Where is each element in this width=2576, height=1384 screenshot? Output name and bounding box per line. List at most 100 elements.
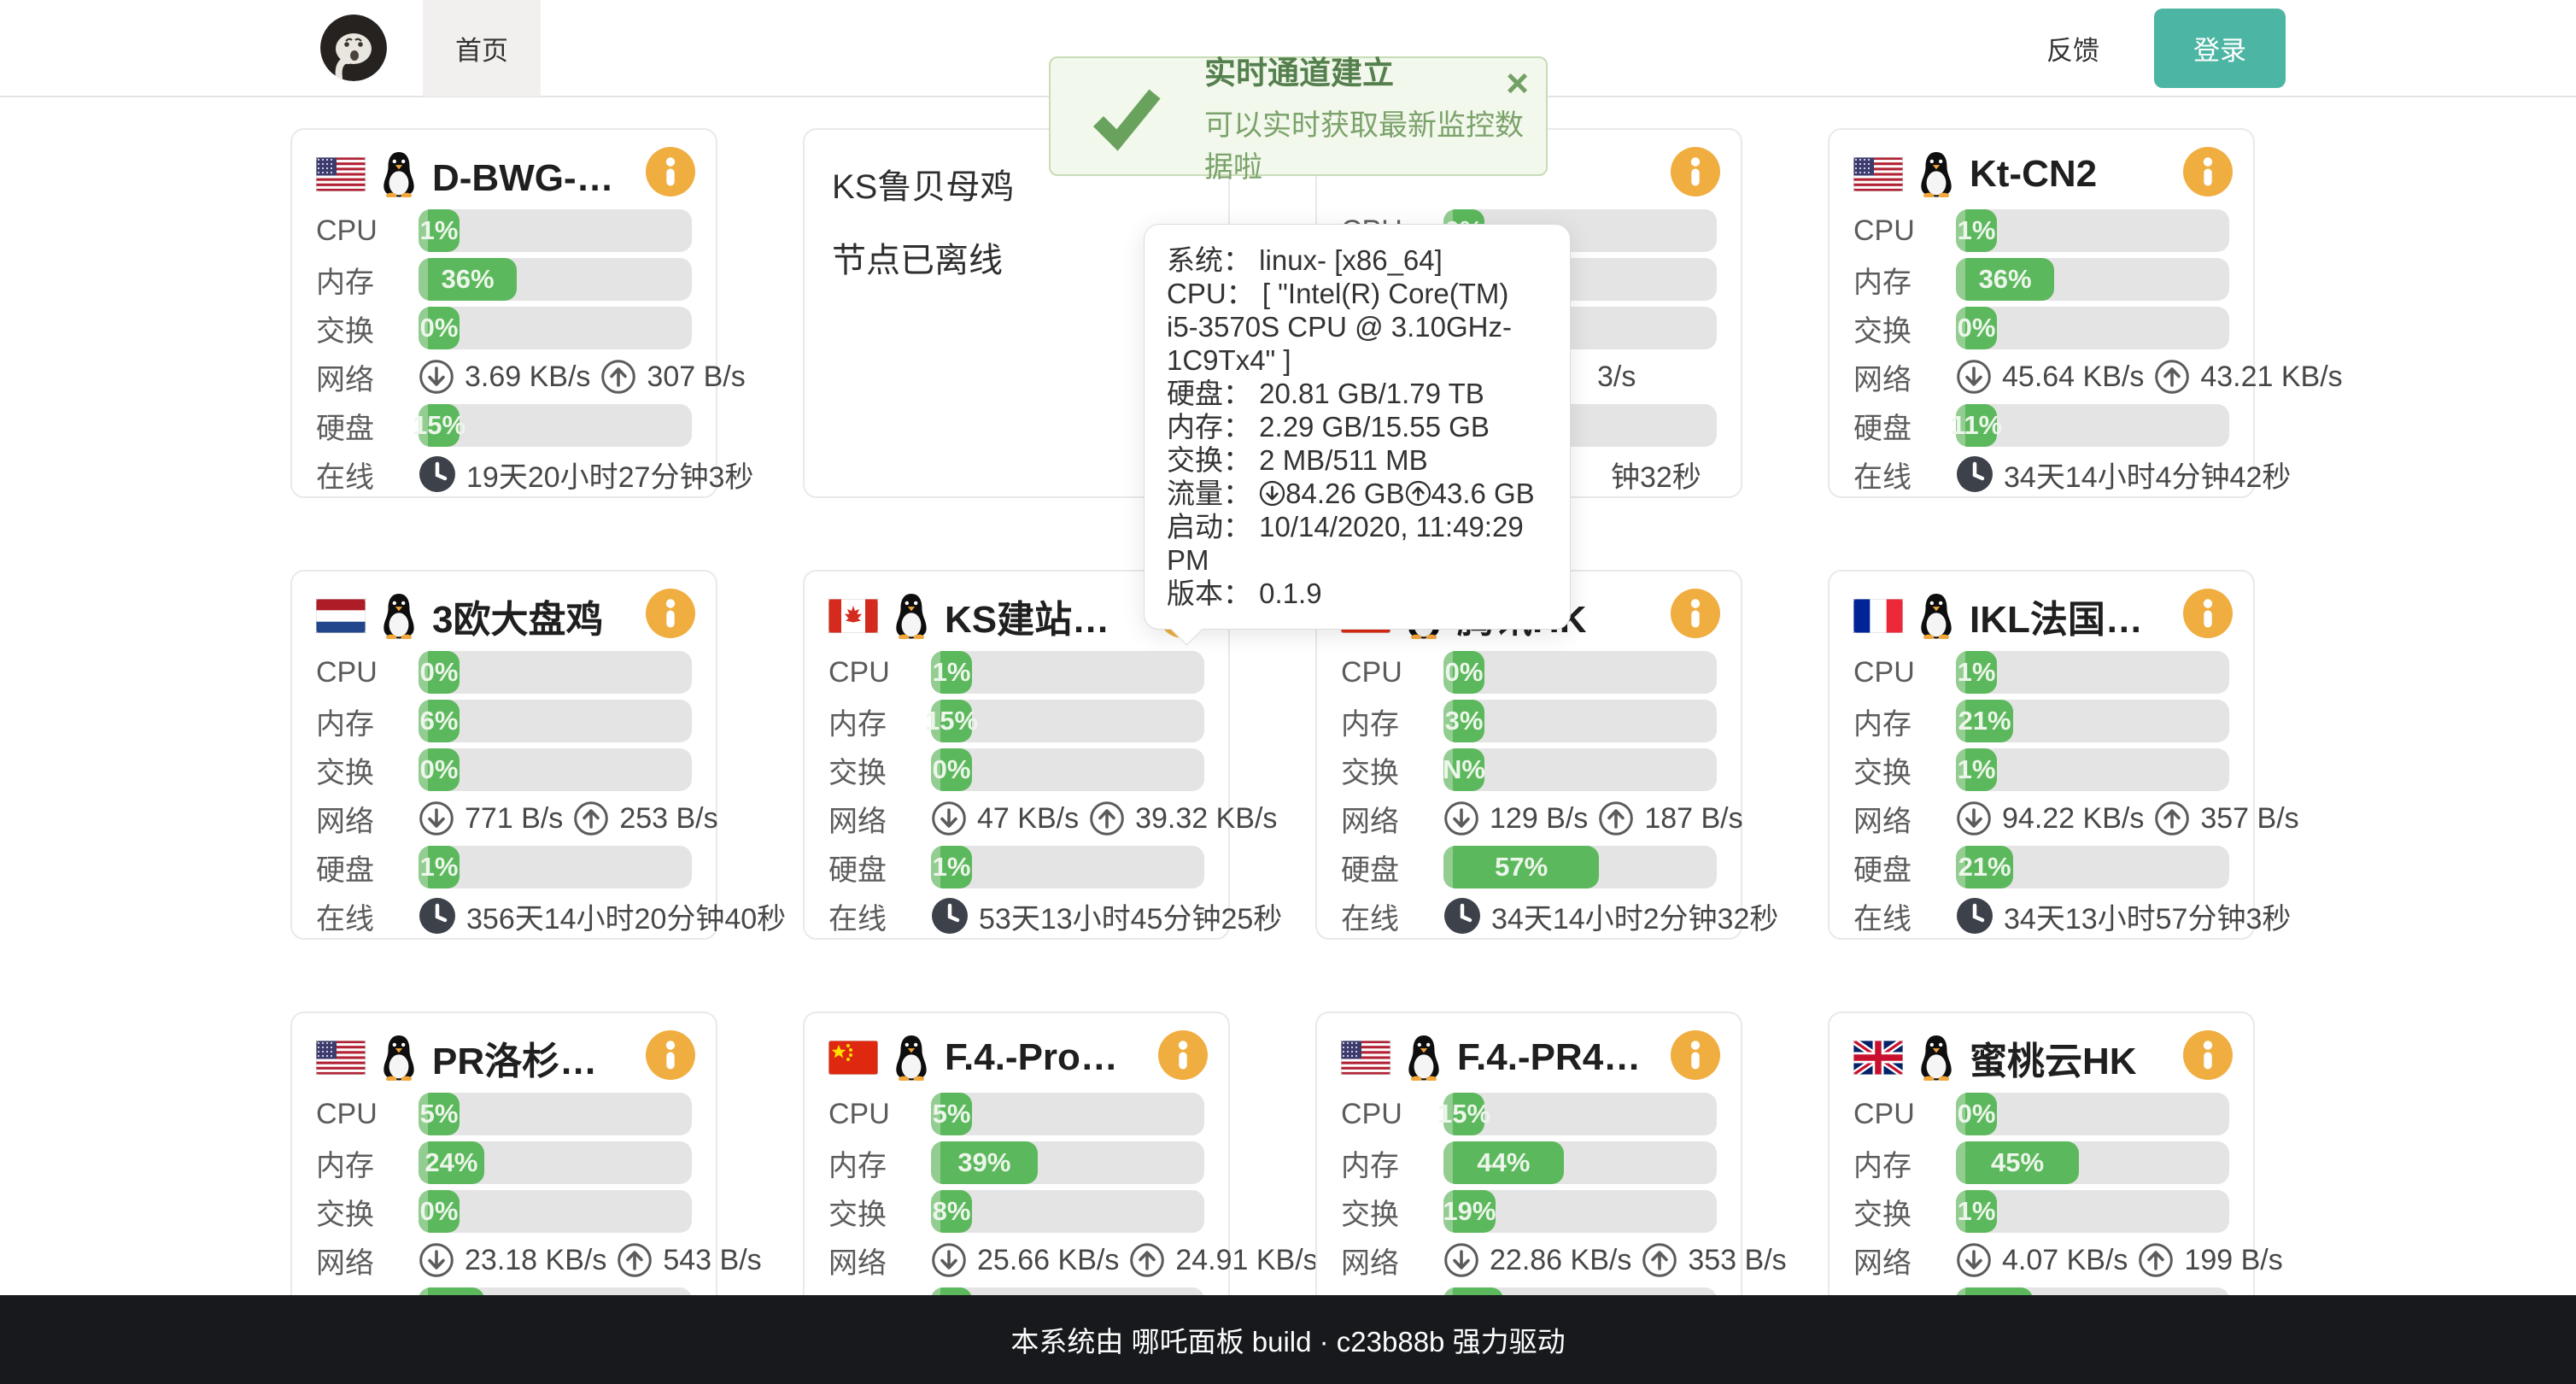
memory-progress-fill: 36%	[1956, 258, 2054, 301]
nav-tab-home[interactable]: 首页	[423, 0, 541, 97]
network-value: 94.22 KB/s 357 B/s	[1956, 800, 2299, 836]
uptime-label: 在线	[316, 895, 419, 937]
network-label: 网络	[1341, 1240, 1443, 1281]
download-arrow-icon	[1443, 800, 1479, 836]
swap-row: 交换 0%	[1853, 307, 2229, 349]
cpu-progress-bar: 5%	[931, 1093, 1204, 1135]
memory-progress-fill: 39%	[931, 1141, 1038, 1184]
uptime-label: 在线	[1341, 895, 1443, 937]
info-icon[interactable]	[2183, 1030, 2233, 1080]
server-name: 3欧大盘鸡	[432, 589, 603, 643]
download-arrow-icon	[1956, 359, 1992, 395]
uptime-text: 34天14小时4分钟42秒	[2004, 454, 2291, 496]
info-icon[interactable]	[1158, 1030, 1208, 1080]
cpu-progress-bar: 1%	[419, 209, 692, 252]
info-icon[interactable]	[1671, 1030, 1720, 1080]
cpu-progress-bar: 1%	[1956, 209, 2229, 252]
info-icon[interactable]	[2183, 147, 2233, 196]
disk-label: 硬盘	[316, 847, 419, 888]
disk-row: 硬盘 1%	[828, 846, 1204, 888]
network-label: 网络	[1853, 798, 1956, 840]
uptime-text: 34天13小时57分钟3秒	[2004, 895, 2291, 937]
tooltip-value: linux- [x86_64]	[1259, 244, 1443, 276]
info-icon[interactable]	[646, 1030, 695, 1080]
upload-arrow-icon	[600, 359, 636, 395]
uptime-value: 19天20小时27分钟3秒	[419, 454, 753, 496]
info-icon[interactable]	[646, 589, 695, 638]
download-speed: 129 B/s	[1490, 802, 1588, 836]
upload-arrow-icon	[1598, 800, 1634, 836]
network-row: 网络 47 KB/s 39.32 KB/s	[828, 797, 1204, 840]
swap-progress-bar: 19%	[1443, 1190, 1717, 1233]
realtime-toast: 实时通道建立 可以实时获取最新监控数据啦 ×	[1049, 56, 1548, 176]
upload-arrow-icon	[2138, 1242, 2174, 1278]
server-name: F.4.-PR480M	[1457, 1036, 1648, 1079]
uptime-text: 53天13小时45分钟25秒	[979, 895, 1282, 937]
uptime-row: 在线 34天14小时4分钟42秒	[1853, 453, 2229, 496]
linux-penguin-icon	[892, 1035, 931, 1081]
cpu-progress-fill: 1%	[1956, 209, 1997, 252]
login-button[interactable]: 登录	[2154, 9, 2286, 88]
uptime-text: 356天14小时20分钟40秒	[466, 895, 786, 937]
disk-progress-fill: 1%	[419, 846, 460, 888]
swap-row: 交换 1%	[1853, 1190, 2229, 1233]
server-card: Kt-CN2 CPU 1% 内存 36% 交换 0% 网络 45.64 KB/s	[1828, 128, 2255, 498]
card-title: IKL法国1欧	[1853, 587, 2229, 645]
cpu-label: CPU	[1853, 656, 1956, 689]
server-card: 3欧大盘鸡 CPU 0% 内存 6% 交换 0% 网络 771 B/s 253	[290, 570, 717, 940]
disk-progress-bar: 1%	[931, 846, 1204, 888]
memory-label: 内存	[828, 701, 931, 742]
tooltip-row: 系统： linux- [x86_64]	[1167, 243, 1548, 277]
uptime-label: 在线	[1853, 454, 1956, 496]
info-icon[interactable]	[2183, 589, 2233, 638]
tooltip-value: 2.29 GB/15.55 GB	[1259, 411, 1490, 443]
memory-progress-fill: 24%	[419, 1141, 484, 1184]
swap-progress-bar: 0%	[419, 748, 692, 791]
network-label: 网络	[1853, 1240, 1956, 1281]
swap-label: 交换	[1853, 308, 1956, 349]
swap-progress-bar: 1%	[1956, 748, 2229, 791]
swap-label: 交换	[1853, 1191, 1956, 1233]
memory-progress-bar: 44%	[1443, 1141, 1717, 1184]
brand-logo[interactable]	[320, 15, 387, 81]
cpu-progress-fill: 1%	[419, 209, 460, 252]
memory-row: 内存 3%	[1341, 700, 1717, 742]
server-name: F.4.-Proxmox	[945, 1036, 1136, 1079]
upload-speed: 199 B/s	[2184, 1244, 2282, 1277]
swap-progress-fill: 1%	[1956, 1190, 1997, 1233]
network-value: 129 B/s 187 B/s	[1443, 800, 1743, 836]
upload-speed: 307 B/s	[647, 361, 745, 394]
nl-flag-icon	[316, 599, 366, 633]
traffic-up: 43.6 GB	[1431, 478, 1535, 509]
swap-row: 交换 0%	[316, 748, 692, 791]
uptime-row: 在线 34天13小时57分钟3秒	[1853, 894, 2229, 937]
linux-penguin-icon	[1917, 1035, 1956, 1081]
network-value: 47 KB/s 39.32 KB/s	[931, 800, 1277, 836]
info-icon[interactable]	[1671, 147, 1720, 196]
feedback-link[interactable]: 反馈	[2046, 29, 2099, 67]
server-name: IKL法国1欧	[1970, 589, 2161, 643]
memory-label: 内存	[828, 1142, 931, 1184]
download-speed: 23.18 KB/s	[465, 1244, 606, 1277]
cpu-row: CPU 1%	[1853, 209, 2229, 252]
info-icon[interactable]	[646, 147, 695, 196]
network-value: 771 B/s 253 B/s	[419, 800, 718, 836]
cpu-progress-bar: 1%	[931, 651, 1204, 694]
swap-progress-fill: N%	[1443, 748, 1484, 791]
download-arrow-icon	[1443, 1242, 1479, 1278]
swap-progress-fill: 0%	[419, 1190, 460, 1233]
memory-progress-fill: 6%	[419, 700, 460, 742]
download-speed: 22.86 KB/s	[1490, 1244, 1631, 1277]
close-icon[interactable]: ×	[1506, 63, 1529, 103]
memory-row: 内存 6%	[316, 700, 692, 742]
tooltip-label: 启动：	[1167, 511, 1259, 542]
nezha-panel-link[interactable]: 哪吒面板	[1132, 1319, 1244, 1360]
disk-progress-bar: 11%	[1956, 404, 2229, 447]
clock-icon	[1956, 897, 1993, 935]
info-icon[interactable]	[1671, 589, 1720, 638]
network-value: 45.64 KB/s 43.21 KB/s	[1956, 359, 2343, 395]
disk-progress-bar: 15%	[419, 404, 692, 447]
cpu-label: CPU	[316, 1098, 419, 1131]
swap-progress-fill: 1%	[1956, 748, 1997, 791]
server-name: 蜜桃云HK	[1970, 1030, 2137, 1085]
